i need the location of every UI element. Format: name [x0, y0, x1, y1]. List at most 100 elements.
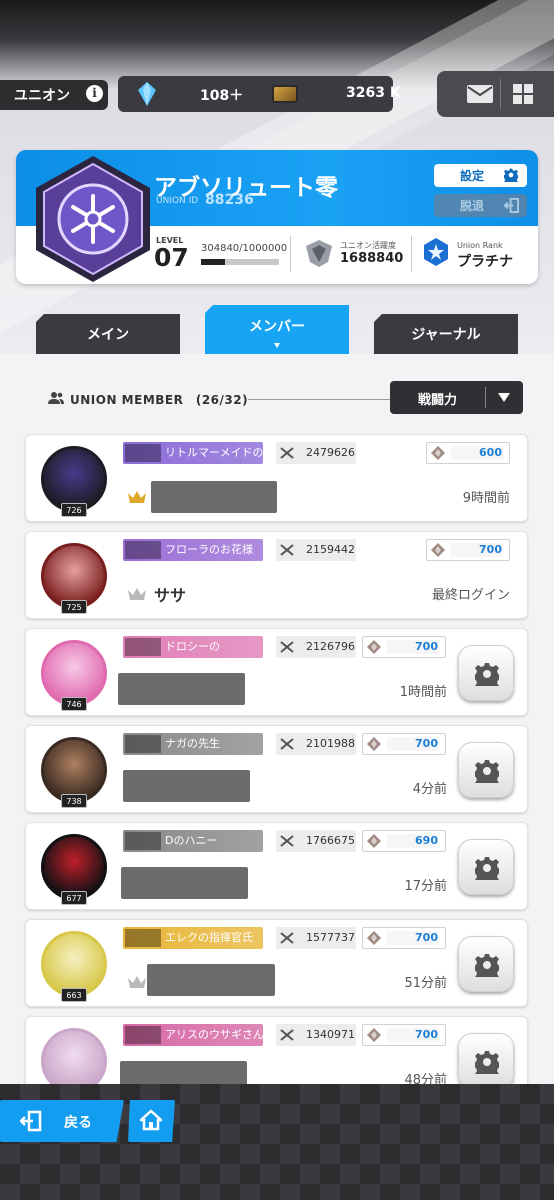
- combat-power-value: 2479626: [306, 446, 355, 459]
- union-id-label: UNION ID: [156, 196, 199, 206]
- member-row[interactable]: 738 ナガの先生 2101988 700 4分前: [25, 725, 528, 813]
- tab-main-label: メイン: [87, 327, 129, 343]
- combat-power-value: 1766675: [306, 834, 355, 847]
- union-tag-label: ユニオン: [14, 88, 70, 104]
- corner-buttons: [437, 71, 554, 117]
- divider: [290, 236, 291, 272]
- crossed-swords-icon: [280, 1029, 294, 1041]
- nickname-thumbnail: [125, 638, 161, 656]
- combat-power-value: 1340971: [306, 1028, 355, 1041]
- nickname-banner: Dのハニー: [123, 830, 263, 852]
- avatar-level-badge: 746: [61, 697, 87, 711]
- last-login: 4分前: [412, 782, 447, 797]
- tab-journal[interactable]: ジャーナル: [374, 314, 518, 354]
- rank-star-icon: [424, 238, 448, 266]
- back-button[interactable]: [0, 1100, 124, 1142]
- member-avatar[interactable]: 725: [35, 537, 113, 615]
- contribution-value: 700: [479, 543, 502, 556]
- back-exit-icon: [20, 1110, 42, 1132]
- member-row[interactable]: 726 リトルマーメイドの王子様 2479626 600 9時間前: [25, 434, 528, 522]
- member-row[interactable]: 663 エレクの指揮官氏 1577737 700 51分前: [25, 919, 528, 1007]
- gear-icon: [475, 954, 499, 977]
- gear-icon: [475, 760, 499, 783]
- combat-power: 1577737: [276, 927, 356, 949]
- member-avatar[interactable]: 738: [35, 731, 113, 809]
- nickname-text: ナガの先生: [165, 737, 220, 750]
- leave-union-button[interactable]: 脱退: [434, 194, 527, 217]
- nickname-text: フローラのお花様: [165, 543, 253, 556]
- activity-label: ユニオン活躍度: [340, 241, 396, 250]
- member-manage-button[interactable]: [458, 742, 514, 798]
- crossed-swords-icon: [280, 641, 294, 653]
- tab-journal-label: ジャーナル: [411, 327, 481, 343]
- nickname-banner: アリスのウサギさん: [123, 1024, 263, 1046]
- nickname-text: ドロシーの: [165, 640, 220, 653]
- nickname-text: エレクの指揮官氏: [165, 931, 253, 944]
- contribution-gem-icon: [367, 834, 381, 848]
- contribution: 700: [362, 1024, 446, 1046]
- sort-label: 戦闘力: [418, 393, 458, 408]
- crossed-swords-icon: [280, 738, 294, 750]
- tab-members[interactable]: メンバー: [205, 305, 349, 355]
- nickname-banner: フローラのお花様: [123, 539, 263, 561]
- member-avatar[interactable]: 726: [35, 440, 113, 518]
- menu-grid-icon[interactable]: [513, 84, 533, 104]
- activity-shield-icon: [306, 240, 332, 267]
- combat-power-value: 2126796: [306, 640, 355, 653]
- member-row[interactable]: 746 ドロシーの 2126796 700 1時間前: [25, 628, 528, 716]
- last-login: 最終ログイン: [431, 588, 510, 603]
- avatar-level-badge: 725: [61, 600, 87, 614]
- mail-icon[interactable]: [467, 85, 493, 103]
- tab-members-label: メンバー: [249, 319, 305, 335]
- contribution-value: 700: [415, 931, 438, 944]
- combat-power: 2479626: [276, 442, 356, 464]
- member-manage-button[interactable]: [458, 839, 514, 895]
- info-icon[interactable]: i: [86, 85, 103, 102]
- contribution-gem-icon: [431, 446, 445, 460]
- members-icon: [48, 392, 64, 404]
- avatar-level-badge: 663: [61, 988, 87, 1002]
- contribution-value: 690: [415, 834, 438, 847]
- contribution-value: 700: [415, 737, 438, 750]
- sort-dropdown[interactable]: 戦闘力: [390, 381, 523, 414]
- contribution-value: 600: [479, 446, 502, 459]
- gem-count[interactable]: 108＋: [200, 85, 243, 105]
- settings-button-label: 設定: [460, 169, 485, 183]
- gear-icon: [504, 168, 518, 182]
- exit-icon: [504, 198, 519, 213]
- contribution-gem-icon: [367, 640, 381, 654]
- member-avatar[interactable]: 746: [35, 634, 113, 712]
- union-level: 07: [154, 243, 189, 272]
- member-row[interactable]: 677 Dのハニー 1766675 690 17分前: [25, 822, 528, 910]
- union-id: 88236: [205, 192, 254, 208]
- combat-power-value: 2159442: [306, 543, 355, 556]
- nickname-banner: ナガの先生: [123, 733, 263, 755]
- crossed-swords-icon: [280, 544, 294, 556]
- nickname-thumbnail: [125, 832, 161, 850]
- member-manage-button[interactable]: [458, 936, 514, 992]
- member-name-redacted: [147, 964, 275, 996]
- tab-main[interactable]: メイン: [36, 314, 180, 354]
- last-login: 9時間前: [462, 491, 510, 506]
- rank-label: Union Rank: [457, 241, 503, 250]
- avatar-level-badge: 677: [61, 891, 87, 905]
- member-avatar[interactable]: 677: [35, 828, 113, 906]
- contribution: 700: [362, 927, 446, 949]
- corner-divider: [500, 79, 501, 109]
- dropdown-arrow-icon[interactable]: [498, 393, 510, 402]
- contribution: 600: [426, 442, 510, 464]
- activity-value: 1688840: [340, 251, 404, 266]
- resource-bar: ユニオン i 108＋ 3263 K: [0, 71, 554, 117]
- member-avatar[interactable]: 663: [35, 925, 113, 1003]
- contribution: 690: [362, 830, 446, 852]
- member-name-redacted: [123, 770, 250, 802]
- contribution-gem-icon: [367, 737, 381, 751]
- nickname-thumbnail: [125, 541, 161, 559]
- settings-button[interactable]: 設定: [434, 164, 527, 187]
- member-manage-button[interactable]: [458, 1033, 514, 1089]
- member-manage-button[interactable]: [458, 645, 514, 701]
- crossed-swords-icon: [280, 932, 294, 944]
- member-row[interactable]: 725 フローラのお花様 2159442 700 ササ 最終ログイン: [25, 531, 528, 619]
- avatar-level-badge: 726: [61, 503, 87, 517]
- last-login: 1時間前: [399, 685, 447, 700]
